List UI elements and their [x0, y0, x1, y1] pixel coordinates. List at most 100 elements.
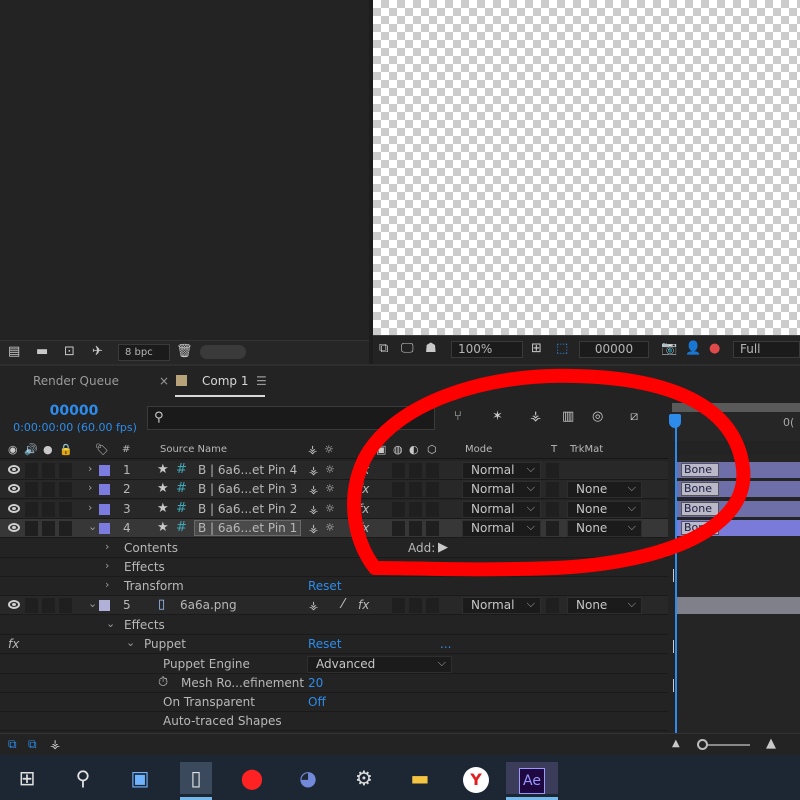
- collapse-chevron-icon[interactable]: ⌄: [106, 617, 115, 630]
- collapse-switch-icon[interactable]: ☼: [325, 502, 335, 516]
- lock-switch[interactable]: [59, 482, 72, 497]
- tab-render-queue[interactable]: Render Queue: [33, 374, 119, 388]
- expand-chevron-icon[interactable]: ›: [105, 559, 109, 572]
- layer-name[interactable]: B | 6a6...et Pin 2: [198, 502, 297, 516]
- solo-switch[interactable]: [42, 463, 55, 478]
- label-color-swatch[interactable]: [99, 484, 110, 495]
- stopwatch-icon[interactable]: ⏱: [158, 676, 168, 690]
- label-color-swatch[interactable]: [99, 523, 110, 534]
- label-color-swatch[interactable]: [99, 600, 110, 611]
- property-row-puppet-engine[interactable]: Puppet Engine Advanced: [0, 655, 668, 674]
- expand-chevron-icon[interactable]: ›: [105, 540, 109, 553]
- preserve-transparency-switch[interactable]: [546, 598, 559, 613]
- region-of-interest-icon[interactable]: ⊞: [531, 342, 542, 356]
- transfer-controls-icon[interactable]: ⧉: [28, 737, 37, 751]
- trash-icon[interactable]: 🗑: [176, 345, 193, 359]
- file-manager-icon[interactable]: ▯: [180, 762, 212, 794]
- interpret-footage-icon[interactable]: ▤: [8, 345, 20, 359]
- expand-chevron-icon[interactable]: ⌄: [88, 597, 97, 610]
- solo-switch[interactable]: [42, 482, 55, 497]
- quality-switch-icon[interactable]: ⁄: [342, 598, 344, 612]
- steam-icon[interactable]: ⚙: [348, 762, 380, 794]
- project-settings-icon[interactable]: ✈: [92, 345, 103, 359]
- panel-menu-icon[interactable]: ☰: [256, 374, 267, 388]
- eye-icon[interactable]: [8, 465, 20, 474]
- monitor-icon[interactable]: 🖵: [401, 342, 414, 356]
- always-preview-icon[interactable]: ⧉: [379, 342, 388, 356]
- shy-switch-icon[interactable]: ⚶: [309, 599, 318, 613]
- audio-switch[interactable]: [25, 598, 38, 613]
- task-view-icon[interactable]: ▣: [124, 762, 156, 794]
- zoom-out-icon[interactable]: ▲: [672, 737, 680, 751]
- layer-name[interactable]: B | 6a6...et Pin 3: [198, 482, 297, 496]
- zoom-in-icon[interactable]: ▲: [766, 737, 776, 751]
- puppet-reset-link[interactable]: Reset: [308, 637, 342, 651]
- property-row-on-transparent[interactable]: On Transparent Off: [0, 693, 668, 712]
- audio-switch[interactable]: [25, 463, 38, 478]
- audio-switch[interactable]: [25, 482, 38, 497]
- discord-icon[interactable]: ◕: [292, 762, 324, 794]
- adjustment-switch[interactable]: [409, 598, 422, 613]
- snapshot-icon[interactable]: 📷: [661, 342, 677, 356]
- bit-depth-button[interactable]: 8 bpc: [118, 344, 170, 361]
- collapse-switch-icon[interactable]: ☼: [325, 521, 335, 535]
- scroll-thumb[interactable]: [200, 345, 246, 359]
- zoom-dropdown[interactable]: 100%: [451, 341, 523, 358]
- current-time-display[interactable]: 00000: [14, 403, 134, 419]
- layer-name[interactable]: B | 6a6...et Pin 1: [193, 520, 302, 536]
- composition-viewer[interactable]: [373, 0, 800, 335]
- transform-reset-link[interactable]: Reset: [308, 579, 342, 593]
- tab-comp-1[interactable]: Comp 1: [202, 374, 248, 388]
- mesh-refinement-value[interactable]: 20: [308, 676, 323, 690]
- eye-icon[interactable]: [8, 504, 20, 513]
- shy-switch-icon[interactable]: ⚶: [309, 464, 318, 478]
- shy-switch-icon[interactable]: ⚶: [309, 522, 318, 536]
- column-source-name[interactable]: Source Name: [160, 444, 227, 455]
- solo-switch[interactable]: [42, 598, 55, 613]
- search-icon[interactable]: ⚲: [67, 762, 99, 794]
- effects-switch-icon[interactable]: fx: [358, 598, 369, 612]
- in-out-icon[interactable]: ⚶: [50, 737, 60, 751]
- eye-icon[interactable]: [8, 600, 20, 609]
- yandex-browser-icon[interactable]: Y: [460, 762, 492, 794]
- collapse-chevron-icon[interactable]: ⌄: [88, 520, 97, 533]
- collapse-switch-icon[interactable]: ☼: [325, 482, 335, 496]
- lock-switch[interactable]: [59, 463, 72, 478]
- lock-switch[interactable]: [59, 598, 72, 613]
- eye-icon[interactable]: [8, 484, 20, 493]
- collapse-chevron-icon[interactable]: ⌄: [126, 636, 135, 649]
- property-row-auto-traced-shapes[interactable]: Auto-traced Shapes: [0, 712, 668, 731]
- expand-chevron-icon[interactable]: ›: [88, 462, 92, 475]
- new-folder-icon[interactable]: ▬: [36, 345, 48, 359]
- mode-dropdown[interactable]: Normal: [462, 596, 541, 614]
- 3d-switch[interactable]: [426, 598, 439, 613]
- fx-icon[interactable]: fx: [8, 637, 19, 651]
- new-composition-icon[interactable]: ⊡: [64, 345, 75, 359]
- property-row-effects-5[interactable]: ⌄ Effects: [0, 616, 668, 635]
- mask-visibility-icon[interactable]: ☗: [425, 342, 437, 356]
- close-tab-icon[interactable]: ×: [159, 374, 169, 388]
- viewer-timecode[interactable]: 00000: [579, 341, 649, 358]
- lock-switch[interactable]: [59, 521, 72, 536]
- shy-switch-icon[interactable]: ⚶: [309, 483, 318, 497]
- transparency-grid-icon[interactable]: ⬚: [556, 342, 568, 356]
- layer-switches-icon[interactable]: ⧉: [8, 737, 17, 751]
- shy-switch-icon[interactable]: ⚶: [309, 503, 318, 517]
- resolution-dropdown[interactable]: Full: [733, 341, 800, 358]
- lock-switch[interactable]: [59, 502, 72, 517]
- expand-chevron-icon[interactable]: ›: [105, 578, 109, 591]
- layer-name[interactable]: B | 6a6...et Pin 4: [198, 463, 297, 477]
- layer-name[interactable]: 6a6a.png: [180, 598, 237, 612]
- label-color-swatch[interactable]: [99, 504, 110, 515]
- eye-icon[interactable]: [8, 523, 20, 532]
- label-color-swatch[interactable]: [99, 465, 110, 476]
- layer-duration-bar[interactable]: [676, 597, 800, 614]
- expand-chevron-icon[interactable]: ›: [88, 501, 92, 514]
- expand-chevron-icon[interactable]: ›: [88, 481, 92, 494]
- record-app-icon[interactable]: ⬤: [236, 762, 268, 794]
- audio-switch[interactable]: [25, 521, 38, 536]
- solo-switch[interactable]: [42, 502, 55, 517]
- show-snapshot-icon[interactable]: 👤: [685, 342, 701, 356]
- channels-icon[interactable]: ●: [709, 342, 720, 356]
- zoom-slider-thumb[interactable]: [697, 739, 708, 750]
